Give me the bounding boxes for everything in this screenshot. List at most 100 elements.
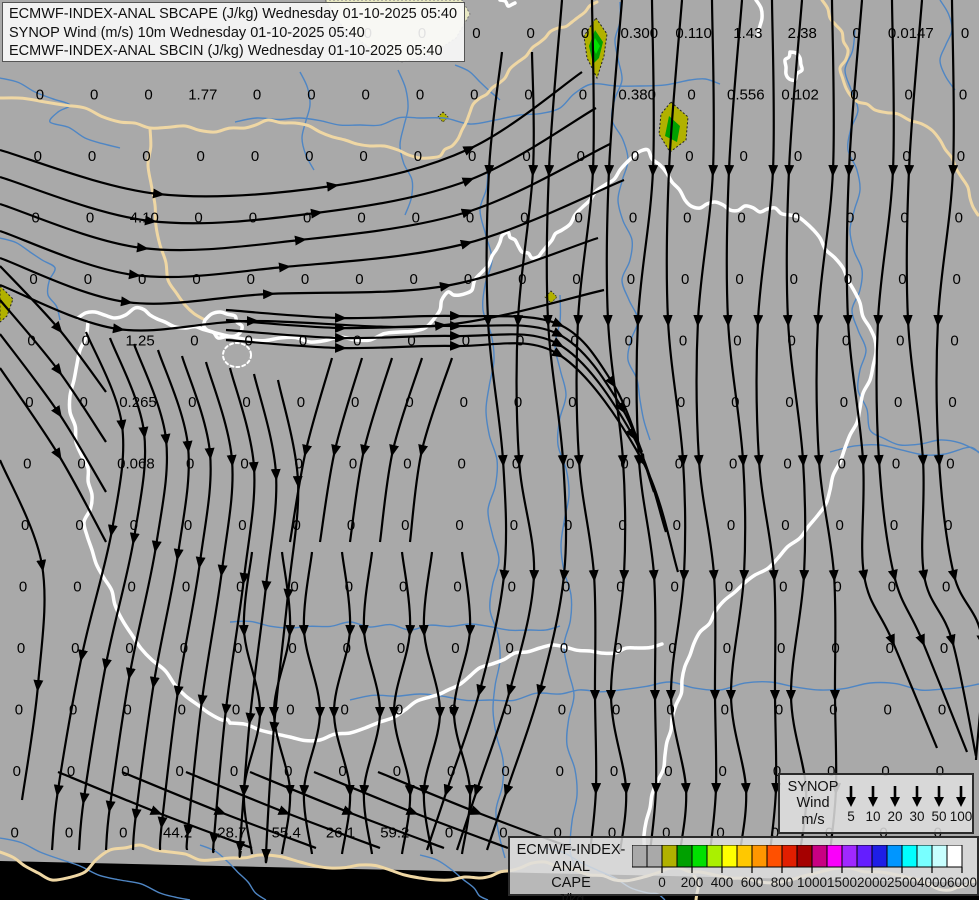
grid-value-label: 0 <box>190 333 198 350</box>
grid-value-label: 0 <box>785 394 793 411</box>
grid-value-label: 0 <box>725 579 733 596</box>
grid-value-label: 0 <box>240 456 248 473</box>
grid-value-label: 0 <box>88 148 96 165</box>
grid-value-label: 0 <box>288 640 296 657</box>
cape-color-swatch <box>751 845 768 868</box>
grid-value-label: 44.2 <box>163 825 192 842</box>
grid-value-label: 0 <box>616 579 624 596</box>
grid-value-label: 0 <box>679 333 687 350</box>
grid-value-label: 0 <box>176 763 184 780</box>
grid-value-label: 0 <box>86 210 94 227</box>
grid-value-label: 0 <box>610 763 618 780</box>
cape-tick-label: 2500 <box>887 875 917 890</box>
cape-tick-label: 600 <box>741 875 764 890</box>
cape-color-swatch <box>946 845 963 868</box>
cape-tick-label: 0 <box>658 875 666 890</box>
down-arrow-icon <box>912 785 922 807</box>
grid-value-label: 0 <box>838 456 846 473</box>
grid-value-label: 0 <box>666 702 674 719</box>
grid-value-label: 0 <box>777 640 785 657</box>
wind-speed-column: 30 <box>906 784 928 824</box>
cape-tick-label: 6000 <box>947 875 977 890</box>
grid-value-label: 0 <box>362 87 370 104</box>
cape-color-swatch <box>931 845 948 868</box>
grid-value-label: 0.068 <box>117 456 155 473</box>
grid-value-label: 0 <box>80 394 88 411</box>
grid-value-label: 0 <box>781 517 789 534</box>
cape-color-swatch <box>811 845 828 868</box>
grid-value-label: 0 <box>13 763 21 780</box>
grid-value-label: 0 <box>338 763 346 780</box>
grid-value-label: 0 <box>407 333 415 350</box>
grid-value-label: 0 <box>297 394 305 411</box>
grid-value-label: 0 <box>558 702 566 719</box>
grid-value-label: 0 <box>508 579 516 596</box>
cape-color-swatch <box>916 845 933 868</box>
grid-value-label: 0 <box>290 579 298 596</box>
grid-value-label: 0 <box>892 456 900 473</box>
grid-value-label: 0 <box>618 517 626 534</box>
grid-value-label: 0 <box>687 87 695 104</box>
grid-value-label: 0 <box>121 763 129 780</box>
grid-value-label: 0 <box>520 210 528 227</box>
wind-speed-label: 5 <box>847 808 855 824</box>
grid-value-label: 0 <box>77 456 85 473</box>
grid-value-label: 0 <box>347 517 355 534</box>
cape-tick-label: 2000 <box>857 875 887 890</box>
grid-value-label: 0 <box>359 148 367 165</box>
grid-value-label: 0 <box>253 87 261 104</box>
grid-value-label: 0 <box>900 210 908 227</box>
grid-value-label: 0 <box>470 87 478 104</box>
grid-value-label: 0 <box>464 271 472 288</box>
grid-value-label: 0 <box>182 579 190 596</box>
grid-value-label: 0 <box>510 517 518 534</box>
grid-value-label: 0 <box>230 763 238 780</box>
grid-value-label: 0 <box>677 394 685 411</box>
grid-value-label: 0 <box>455 517 463 534</box>
grid-value-label: 0 <box>833 579 841 596</box>
grid-value-label: 0 <box>729 456 737 473</box>
grid-value-label: 0 <box>295 456 303 473</box>
grid-value-label: 0 <box>620 456 628 473</box>
grid-value-label: 0 <box>614 640 622 657</box>
wind-speed-column: 100 <box>950 784 972 824</box>
grid-value-label: 0 <box>351 394 359 411</box>
grid-value-label: 0 <box>27 333 35 350</box>
wind-speed-column: 10 <box>862 784 884 824</box>
cape-color-swatch <box>632 845 648 868</box>
grid-value-label: 0 <box>445 825 453 842</box>
grid-value-label: 2.38 <box>788 25 817 42</box>
grid-value-label: 0 <box>293 517 301 534</box>
grid-value-label: 0 <box>245 333 253 350</box>
grid-value-label: 0 <box>902 148 910 165</box>
grid-value-label: 0 <box>393 763 401 780</box>
cape-color-swatch <box>646 845 663 868</box>
grid-value-label: 0 <box>21 517 29 534</box>
grid-value-label: 0 <box>957 148 965 165</box>
grid-value-label: 0 <box>345 579 353 596</box>
synop-wind-legend: SYNOP Wind m/s 5 10 20 30 50 100 <box>778 773 974 834</box>
grid-value-label: 0 <box>942 579 950 596</box>
grid-value-label: 0 <box>32 210 40 227</box>
grid-value-label: 0 <box>197 148 205 165</box>
grid-value-label: 0 <box>629 210 637 227</box>
weather-map-page: 0 0 0 0 0 0 0 0 0 0 0 0.300 0.110 1.43 2.38 0 0.0147 0 0 0 0… <box>0 0 979 900</box>
title-box: ECMWF-INDEX-ANAL SBCAPE (J/kg) Wednesday… <box>2 2 465 62</box>
grid-value-label: 4.10 <box>130 210 159 227</box>
grid-value-label: 0 <box>946 456 954 473</box>
grid-value-label: 0 <box>194 210 202 227</box>
grid-value-label: 0 <box>15 702 23 719</box>
grid-value-label: 0 <box>11 825 19 842</box>
cape-tick-label: 800 <box>771 875 794 890</box>
grid-value-label: 0 <box>34 148 42 165</box>
grid-value-label: 0 <box>959 87 967 104</box>
grid-value-label: 0 <box>501 763 509 780</box>
grid-value-label: 0 <box>888 579 896 596</box>
grid-value-label: 0 <box>82 333 90 350</box>
grid-value-label: 0 <box>527 25 535 42</box>
grid-value-label: 0 <box>940 640 948 657</box>
grid-value-label: 0 <box>69 702 77 719</box>
grid-value-label: 0 <box>17 640 25 657</box>
down-arrow-icon <box>868 785 878 807</box>
grid-value-label: 0 <box>412 210 420 227</box>
